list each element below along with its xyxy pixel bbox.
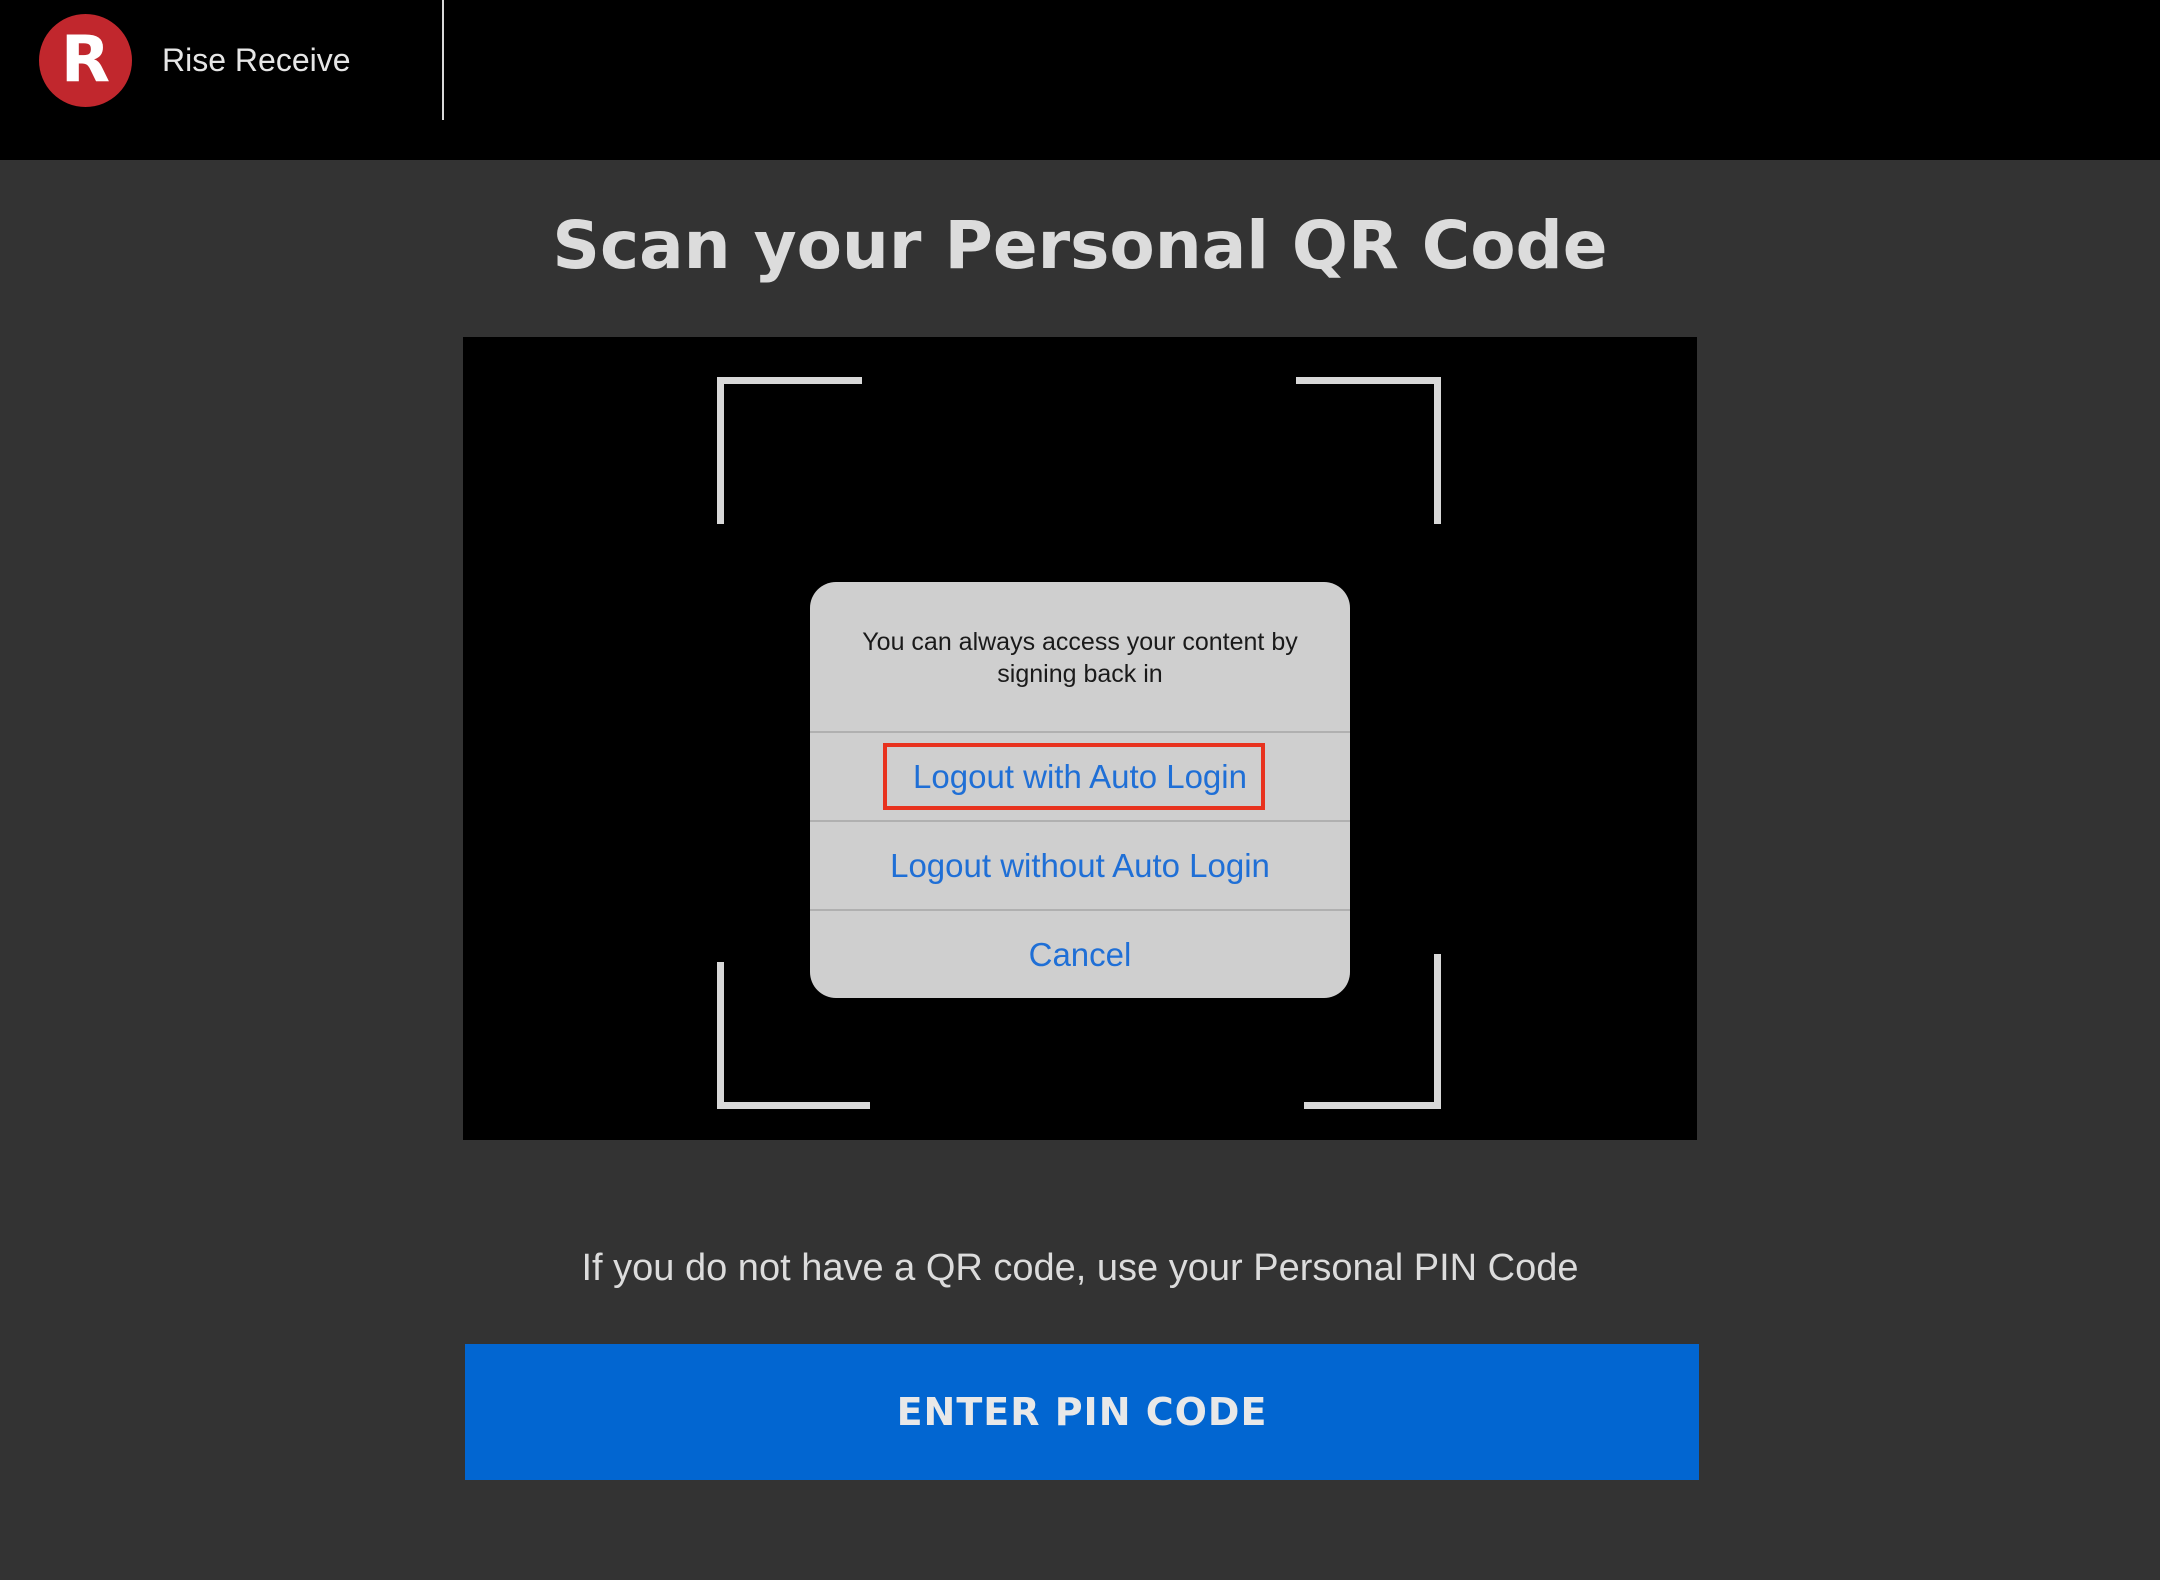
top-bar-divider	[442, 0, 444, 120]
app-name: Rise Receive	[162, 42, 351, 78]
page-title: Scan your Personal QR Code	[552, 207, 1608, 284]
cancel-button[interactable]: Cancel	[810, 911, 1350, 998]
scan-frame-corner-top-left	[717, 377, 862, 524]
alert-message: You can always access your content by si…	[862, 628, 1298, 688]
enter-pin-code-button[interactable]: ENTER PIN CODE	[465, 1344, 1699, 1480]
pin-hint-text: If you do not have a QR code, use your P…	[581, 1247, 1579, 1289]
top-bar: R Rise Receive	[0, 0, 2160, 160]
scan-frame-corner-top-right	[1296, 377, 1441, 524]
app-logo-icon: R	[39, 14, 132, 107]
logout-alert-dialog: You can always access your content by si…	[810, 582, 1350, 998]
logout-without-auto-login-button[interactable]: Logout without Auto Login	[810, 822, 1350, 909]
app-screen: R Rise Receive Scan your Personal QR Cod…	[0, 0, 2160, 1580]
highlight-box	[883, 743, 1265, 810]
